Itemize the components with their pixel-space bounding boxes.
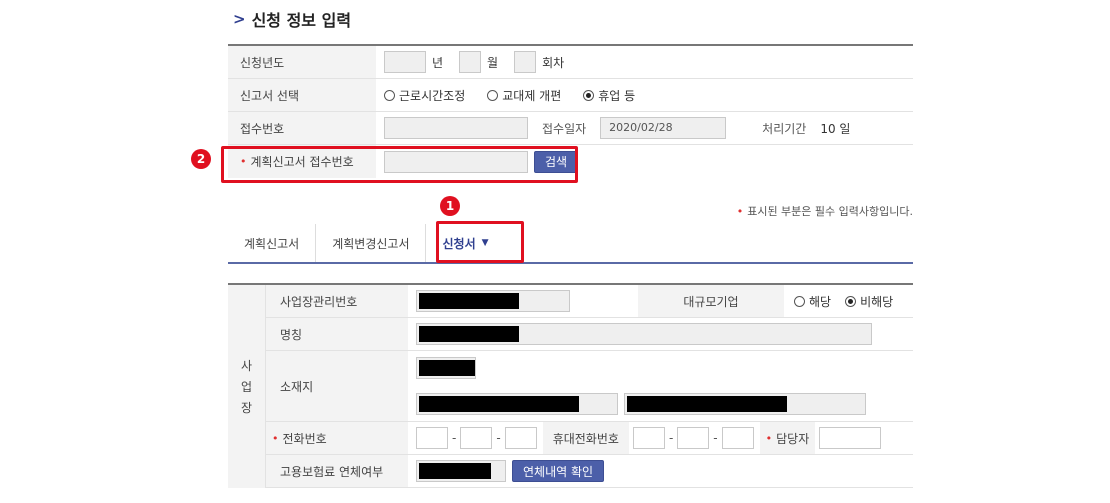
- receipt-date-label: 접수일자: [542, 121, 587, 136]
- radio-shift-reform[interactable]: 교대제 개편: [487, 87, 561, 104]
- required-note: • 표시된 부분은 필수 입력사항입니다.: [736, 205, 913, 218]
- radio-circle-icon: [794, 295, 805, 307]
- receipt-no-field: [384, 117, 528, 139]
- phone-label: • 전화번호: [266, 422, 408, 454]
- radio-large-no[interactable]: 비해당: [845, 293, 893, 310]
- phone-input-1[interactable]: [416, 427, 448, 449]
- unit-year: 년: [432, 55, 444, 70]
- mgmt-no-row: 사업장관리번호 대규모기업 해당 비해당: [266, 285, 913, 318]
- radio-work-hours[interactable]: 근로시간조정: [384, 87, 465, 104]
- tab-bar: 계획신고서 계획변경신고서 신청서 ▼: [228, 224, 913, 264]
- address-label: 소재지: [266, 351, 408, 421]
- insurance-row: 고용보험료 연체여부 연체내역 확인: [266, 455, 913, 488]
- step-badge-1: 1: [440, 196, 460, 216]
- address-row: 소재지: [266, 351, 913, 422]
- redaction-block: [419, 293, 519, 309]
- report-select-row: 신고서 선택 근로시간조정 교대제 개편 휴업 등: [228, 79, 913, 112]
- phone-row: • 전화번호 - - 휴대전화번호 - - • 담당자: [266, 422, 913, 455]
- page-title: > 신청 정보 입력: [233, 7, 351, 31]
- step-badge-2: 2: [191, 149, 211, 169]
- mgmt-no-label: 사업장관리번호: [266, 285, 408, 317]
- large-company-label: 대규모기업: [638, 285, 784, 317]
- radio-circle-icon: [384, 89, 395, 101]
- redaction-block: [419, 326, 519, 342]
- mobile-input-1[interactable]: [632, 427, 665, 449]
- dash: -: [496, 431, 501, 445]
- highlight-box-2: [221, 146, 578, 183]
- business-side-label: 사 업 장: [228, 285, 266, 488]
- mobile-label: 휴대전화번호: [542, 422, 629, 454]
- highlight-box-1: [436, 221, 524, 263]
- receipt-no-label: 접수번호: [228, 112, 376, 144]
- manager-input[interactable]: [819, 427, 882, 449]
- insurance-label: 고용보험료 연체여부: [266, 455, 408, 487]
- radio-large-yes[interactable]: 해당: [794, 293, 831, 310]
- year-input[interactable]: [384, 51, 426, 73]
- radio-checked-icon: [583, 89, 595, 101]
- required-icon: •: [736, 205, 744, 218]
- mobile-input-3[interactable]: [721, 427, 754, 449]
- name-label: 명칭: [266, 318, 408, 350]
- phone-input-3[interactable]: [504, 427, 537, 449]
- redaction-block: [419, 396, 579, 412]
- manager-label: • 담당자: [759, 422, 816, 454]
- page-title-text: 신청 정보 입력: [251, 11, 352, 30]
- radio-checked-icon: [845, 295, 857, 307]
- round-input[interactable]: [514, 51, 537, 73]
- mobile-input-2[interactable]: [677, 427, 710, 449]
- unit-round: 회차: [542, 55, 565, 70]
- process-period-value: 10 일: [820, 121, 851, 136]
- dash: -: [668, 431, 674, 445]
- name-row: 명칭: [266, 318, 913, 351]
- chevron-right-icon: >: [233, 10, 246, 28]
- unit-month: 월: [487, 55, 499, 70]
- overdue-check-button[interactable]: 연체내역 확인: [512, 460, 605, 482]
- tab-plan-report[interactable]: 계획신고서: [228, 224, 317, 262]
- receipt-date-field: 2020/02/28: [600, 117, 727, 139]
- radio-circle-icon: [487, 89, 499, 101]
- receipt-row: 접수번호 접수일자 2020/02/28 처리기간 10 일: [228, 112, 913, 145]
- year-row: 신청년도 년 월 회차: [228, 46, 913, 79]
- year-label: 신청년도: [228, 46, 376, 78]
- business-table: 사 업 장 사업장관리번호 대규모기업 해당 비해당 명칭 소재지 • 전화번호…: [228, 283, 913, 488]
- tab-plan-change-report[interactable]: 계획변경신고서: [316, 224, 427, 262]
- report-select-label: 신고서 선택: [228, 79, 376, 111]
- month-input[interactable]: [459, 51, 482, 73]
- address-field-2: [624, 393, 866, 415]
- required-icon: •: [272, 431, 279, 445]
- dash: -: [452, 431, 457, 445]
- phone-input-2[interactable]: [460, 427, 493, 449]
- zipcode-field: [416, 357, 476, 379]
- redaction-block: [419, 360, 475, 376]
- insurance-field: [416, 460, 506, 482]
- mgmt-no-field: [416, 290, 570, 312]
- radio-suspension[interactable]: 휴업 등: [583, 87, 635, 104]
- address-field-1: [416, 393, 618, 415]
- dash: -: [713, 431, 718, 445]
- process-period-label: 처리기간: [762, 121, 807, 136]
- required-icon: •: [765, 431, 773, 445]
- name-field: [416, 323, 872, 345]
- redaction-block: [419, 463, 491, 479]
- redaction-block: [627, 396, 787, 412]
